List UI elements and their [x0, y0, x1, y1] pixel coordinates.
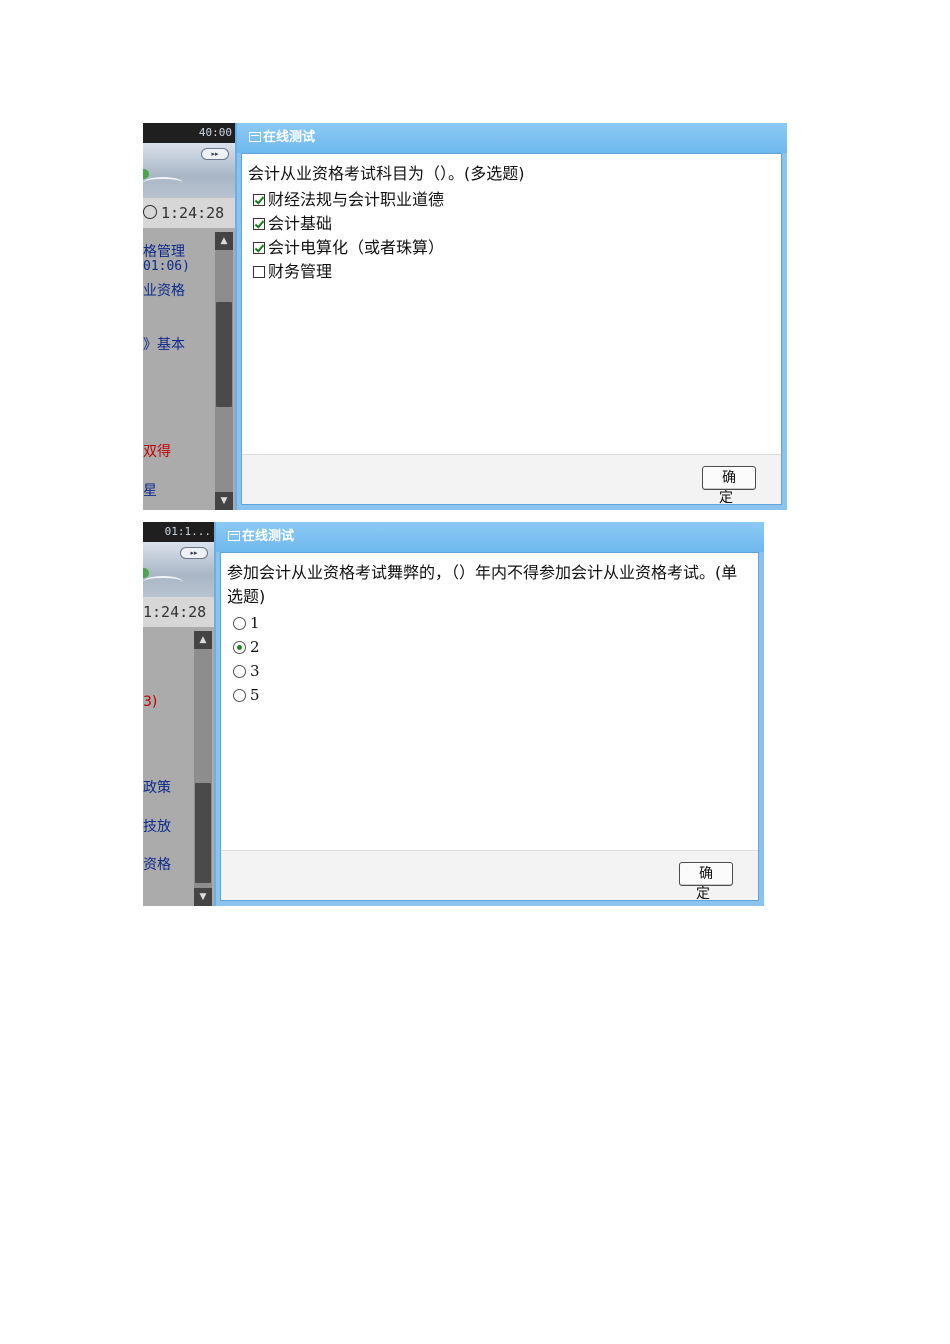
checkbox[interactable] — [253, 242, 265, 254]
dialog-title: 在线测试 — [263, 130, 316, 145]
option-label: 5 — [250, 686, 260, 704]
dialog-titlebar: 在线测试 — [237, 123, 787, 153]
radio-button[interactable] — [233, 616, 246, 630]
option-label: 3 — [250, 662, 260, 680]
status-dot-icon — [143, 169, 149, 179]
course-item-fragment[interactable]: 》基本 — [143, 334, 185, 354]
confirm-button[interactable]: 确 定 — [679, 862, 733, 902]
fast-forward-button[interactable]: ▸▸ — [180, 547, 208, 559]
radio-button[interactable] — [233, 664, 246, 678]
option-item[interactable]: 3 — [227, 659, 752, 683]
dialog-body: 参加会计从业资格考试舞弊的，（）年内不得参加会计从业资格考试。(单选题) 1 2… — [220, 552, 759, 902]
screenshot-single-choice: 01:1... ▸▸ 1:24:28 3) 政策 技放 资格 ▲ ▼ 在线测试 — [143, 522, 764, 906]
checkbox[interactable] — [253, 266, 265, 278]
question-text: 会计从业资格考试科目为（）。(多选题) — [248, 164, 525, 183]
course-item-fragment[interactable]: 政策 — [143, 777, 171, 797]
screenshot-multiple-choice: 40:00 ▸▸ 1:24:28 格管理 01:06) 业资格 》基本 双得 星… — [143, 123, 787, 510]
online-test-dialog: 在线测试 会计从业资格考试科目为（）。(多选题) 财经法规与会计职业道德 会计基… — [235, 123, 787, 510]
scroll-down-arrow-icon[interactable]: ▼ — [194, 888, 212, 906]
question-area: 参加会计从业资格考试舞弊的，（）年内不得参加会计从业资格考试。(单选题) 1 2… — [221, 553, 758, 851]
player-controls: ▸▸ — [143, 542, 214, 597]
option-label: 会计电算化（或者珠算） — [268, 238, 445, 257]
scroll-up-arrow-icon[interactable]: ▲ — [194, 631, 212, 649]
option-label: 会计基础 — [268, 214, 333, 233]
option-item[interactable]: 2 — [227, 635, 752, 659]
radio-button[interactable] — [233, 688, 246, 702]
course-list: 格管理 01:06) 业资格 》基本 双得 星 ▲ ▼ — [143, 228, 235, 510]
option-item[interactable]: 会计基础 — [248, 212, 775, 236]
countdown-timer: 01:1... — [143, 522, 214, 542]
course-list: 3) 政策 技放 资格 ▲ ▼ — [143, 627, 214, 906]
dialog-body: 会计从业资格考试科目为（）。(多选题) 财经法规与会计职业道德 会计基础 会计电… — [241, 153, 782, 506]
course-item-fragment[interactable]: 资格 — [143, 854, 171, 874]
course-item-fragment[interactable]: 星 — [143, 480, 157, 500]
window-icon — [249, 132, 261, 142]
elapsed-time: 1:24:28 — [161, 204, 225, 222]
status-dot-icon — [143, 568, 149, 578]
option-item[interactable]: 财经法规与会计职业道德 — [248, 188, 775, 212]
online-test-dialog: 在线测试 参加会计从业资格考试舞弊的，（）年内不得参加会计从业资格考试。(单选题… — [214, 522, 764, 906]
dialog-footer: 确 定 — [242, 454, 781, 506]
player-sidebar: 40:00 ▸▸ 1:24:28 格管理 01:06) 业资格 》基本 双得 星… — [143, 123, 235, 510]
scroll-thumb[interactable] — [195, 783, 211, 883]
dialog-footer: 确 定 — [221, 850, 758, 902]
player-controls: ▸▸ — [143, 143, 235, 198]
scrollbar[interactable]: ▲ ▼ — [215, 232, 233, 510]
scrollbar[interactable]: ▲ ▼ — [194, 631, 212, 906]
elapsed-time-row: 1:24:28 — [143, 198, 235, 228]
scroll-thumb[interactable] — [216, 302, 232, 407]
course-item-fragment[interactable]: 01:06) — [143, 259, 190, 274]
option-label: 2 — [250, 638, 260, 656]
elapsed-time: 1:24:28 — [143, 603, 207, 621]
option-label: 财经法规与会计职业道德 — [268, 190, 445, 209]
option-item[interactable]: 1 — [227, 611, 752, 635]
option-item[interactable]: 5 — [227, 683, 752, 707]
radio-button[interactable] — [233, 640, 246, 654]
scroll-up-arrow-icon[interactable]: ▲ — [215, 232, 233, 250]
scroll-down-arrow-icon[interactable]: ▼ — [215, 492, 233, 510]
elapsed-time-row: 1:24:28 — [143, 597, 214, 627]
option-label: 1 — [250, 614, 260, 632]
option-label: 财务管理 — [268, 262, 333, 281]
dialog-titlebar: 在线测试 — [216, 522, 764, 552]
checkbox[interactable] — [253, 218, 265, 230]
course-item-fragment[interactable]: 技放 — [143, 816, 171, 836]
course-item-fragment[interactable]: 3) — [143, 694, 157, 710]
swoosh-decoration — [143, 177, 183, 189]
swoosh-decoration — [143, 576, 183, 588]
option-item[interactable]: 财务管理 — [248, 260, 775, 284]
dialog-title: 在线测试 — [242, 529, 295, 544]
course-item-fragment[interactable]: 格管理 — [143, 241, 185, 261]
question-text: 参加会计从业资格考试舞弊的，（）年内不得参加会计从业资格考试。(单选题) — [227, 563, 738, 606]
fast-forward-button[interactable]: ▸▸ — [201, 148, 229, 160]
option-item[interactable]: 会计电算化（或者珠算） — [248, 236, 775, 260]
countdown-timer: 40:00 — [143, 123, 235, 143]
confirm-button[interactable]: 确 定 — [702, 466, 756, 506]
course-item-fragment[interactable]: 双得 — [143, 441, 171, 461]
player-sidebar: 01:1... ▸▸ 1:24:28 3) 政策 技放 资格 ▲ ▼ — [143, 522, 214, 906]
checkbox[interactable] — [253, 194, 265, 206]
course-item-fragment[interactable]: 业资格 — [143, 280, 185, 300]
window-icon — [228, 531, 240, 541]
clock-icon — [143, 205, 157, 219]
question-area: 会计从业资格考试科目为（）。(多选题) 财经法规与会计职业道德 会计基础 会计电… — [242, 154, 781, 455]
